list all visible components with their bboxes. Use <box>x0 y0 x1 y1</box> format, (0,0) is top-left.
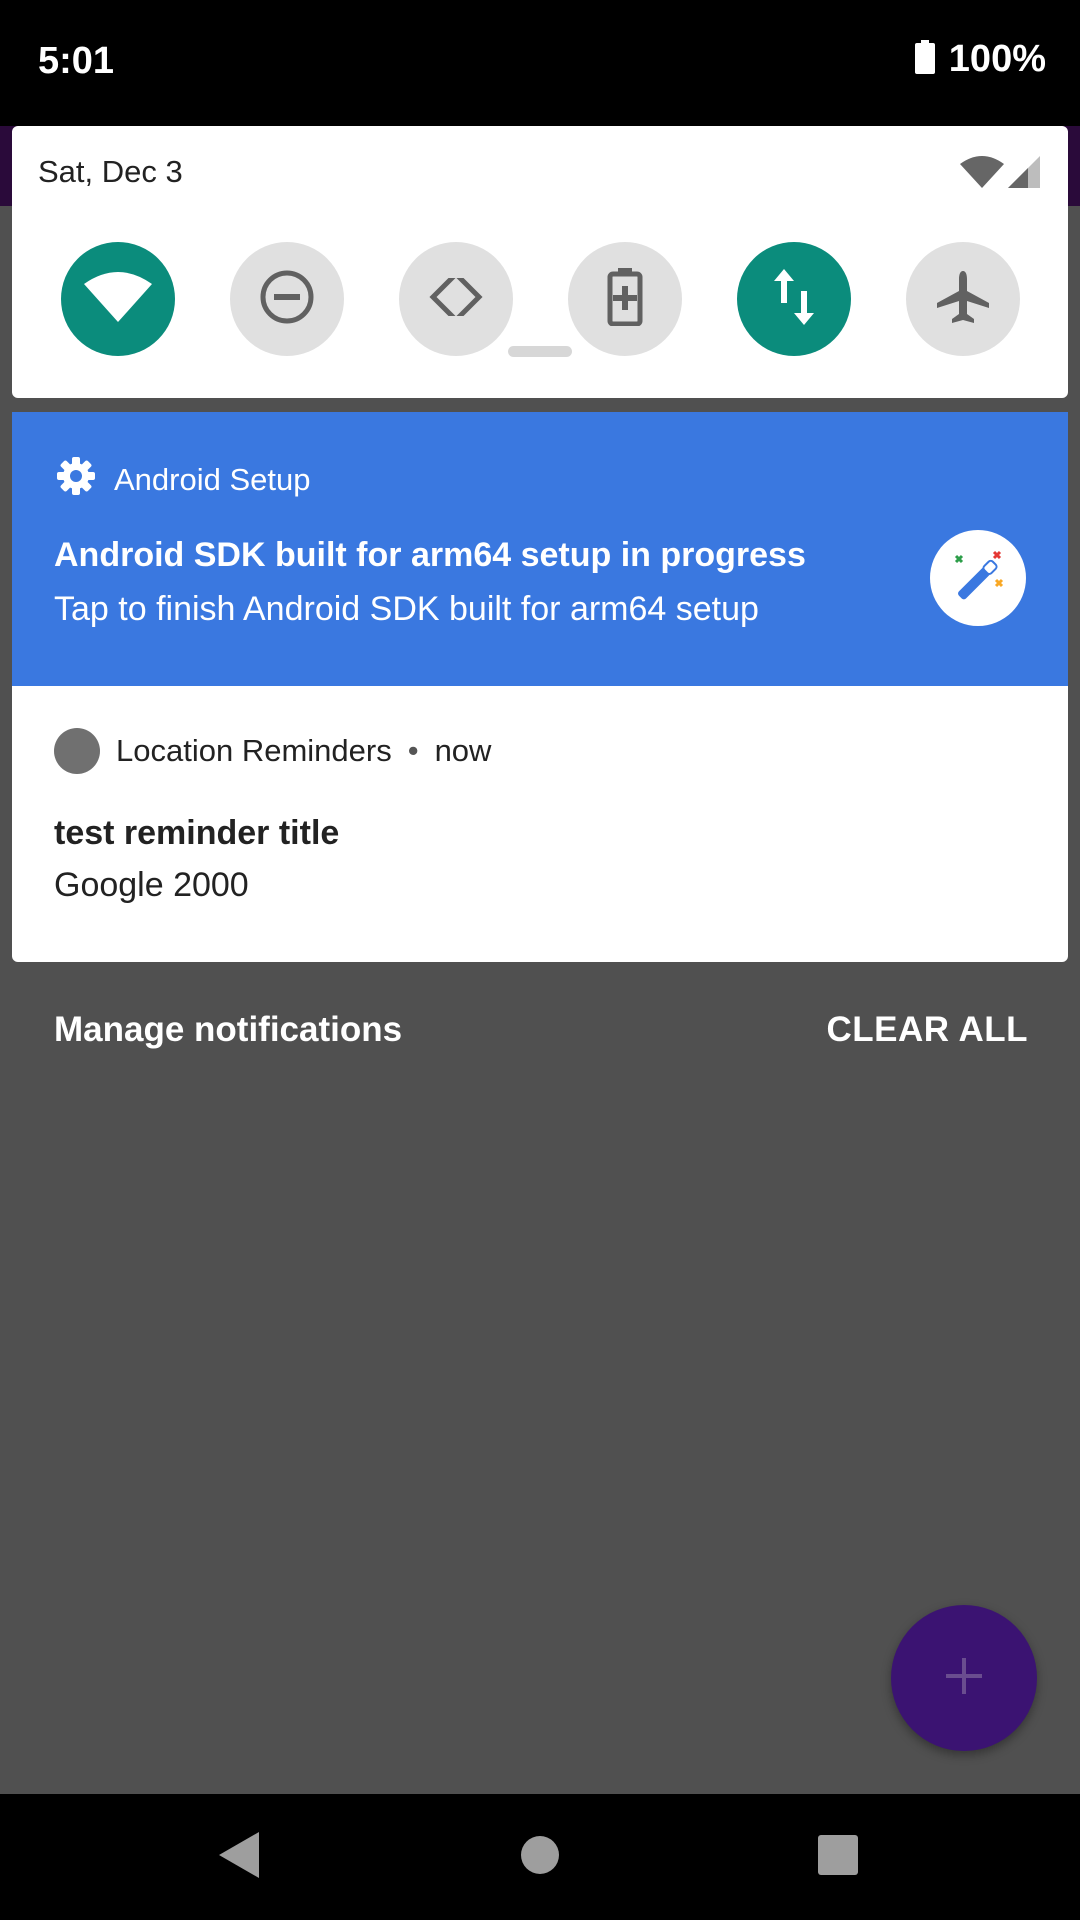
notification-time: now <box>434 733 492 768</box>
manage-notifications-button[interactable]: Manage notifications <box>54 1010 402 1050</box>
gear-icon <box>56 456 96 504</box>
home-icon <box>521 1835 559 1879</box>
home-button[interactable] <box>480 1794 600 1920</box>
qs-status-icons <box>960 156 1040 193</box>
qs-drag-handle[interactable] <box>508 346 572 357</box>
notification-app-name: Location Reminders <box>116 733 392 768</box>
battery-icon <box>914 40 935 79</box>
navigation-bar <box>0 1794 1080 1920</box>
notification-app-name: Android Setup <box>114 462 311 497</box>
tile-auto-rotate[interactable] <box>399 242 513 356</box>
back-icon <box>219 1831 261 1883</box>
status-right: 100% <box>914 38 1046 81</box>
notification-title: Android SDK built for arm64 setup in pro… <box>54 536 806 574</box>
magic-wand-icon <box>930 530 1026 626</box>
notification-text: Tap to finish Android SDK built for arm6… <box>54 590 759 628</box>
airplane-icon <box>935 269 991 330</box>
wifi-icon <box>960 156 1004 193</box>
battery-percent: 100% <box>948 38 1046 80</box>
back-button[interactable] <box>180 1794 300 1920</box>
tile-wifi[interactable] <box>61 242 175 356</box>
notification-title: test reminder title <box>54 814 340 852</box>
qs-tiles <box>12 242 1068 356</box>
mobile-data-icon <box>772 268 816 330</box>
recents-icon <box>818 1834 858 1880</box>
notification-android-setup[interactable]: Android Setup Android SDK built for arm6… <box>12 412 1068 686</box>
qs-date[interactable]: Sat, Dec 3 <box>38 154 183 190</box>
recents-button[interactable] <box>778 1794 898 1920</box>
notification-header: Android Setup <box>56 456 310 504</box>
auto-rotate-icon <box>427 267 485 331</box>
clear-all-button[interactable]: CLEAR ALL <box>826 1010 1028 1050</box>
tile-battery-saver[interactable] <box>568 242 682 356</box>
add-fab-button[interactable] <box>891 1605 1037 1751</box>
tile-mobile-data[interactable] <box>737 242 851 356</box>
plus-icon <box>944 1656 984 1701</box>
notification-header: Location Reminders • now <box>54 728 491 774</box>
do-not-disturb-icon <box>259 269 315 330</box>
tile-airplane-mode[interactable] <box>906 242 1020 356</box>
notification-location-reminders[interactable]: Location Reminders • now test reminder t… <box>12 686 1068 962</box>
notification-text: Google 2000 <box>54 866 249 904</box>
battery-saver-icon <box>607 267 643 331</box>
cell-signal-icon <box>1008 156 1040 193</box>
app-icon <box>54 728 100 774</box>
header-separator: • <box>407 733 419 768</box>
status-time: 5:01 <box>38 40 115 82</box>
quick-settings-panel: Sat, Dec 3 <box>12 126 1068 398</box>
wifi-icon <box>84 271 152 327</box>
status-bar: 5:01 100% <box>0 0 1080 126</box>
tile-do-not-disturb[interactable] <box>230 242 344 356</box>
